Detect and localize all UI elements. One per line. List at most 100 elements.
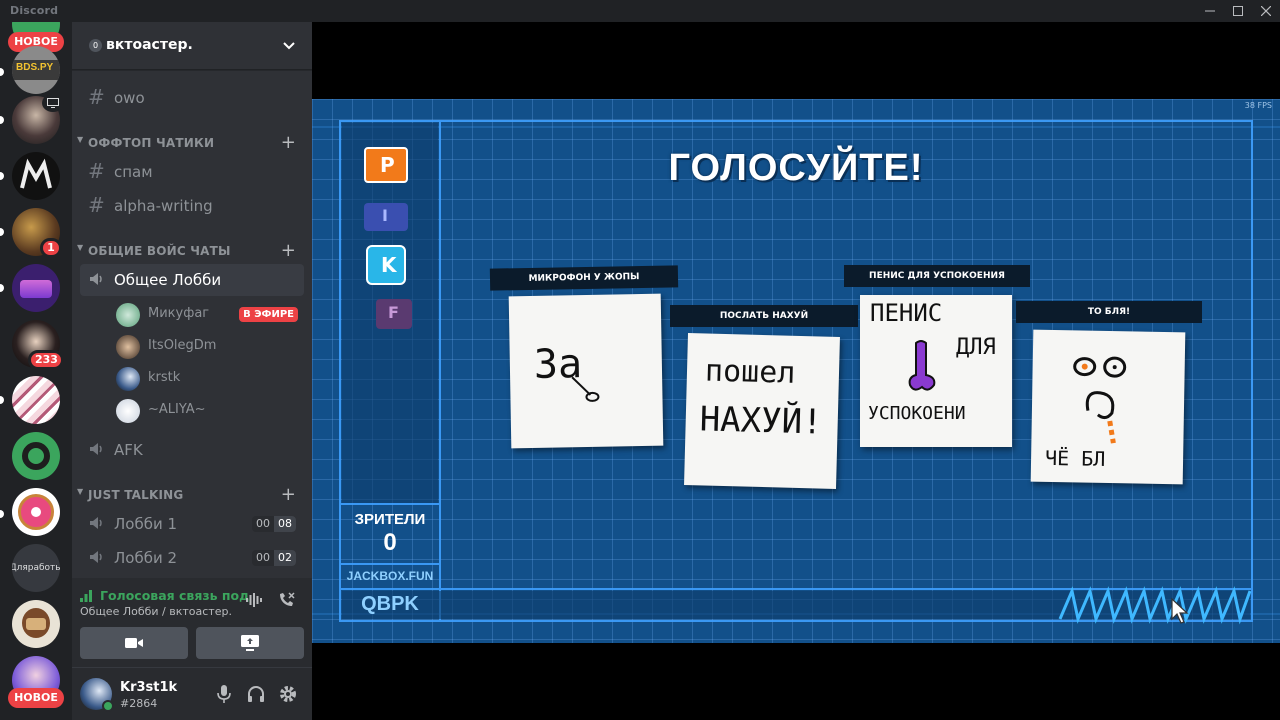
- doodle-face-icon: [1073, 356, 1127, 444]
- server-icon-text[interactable]: Дляработы: [12, 544, 60, 592]
- avatar: [116, 303, 140, 327]
- voice-status[interactable]: Голосовая связь подключена: [100, 588, 250, 603]
- close-button[interactable]: [1252, 0, 1280, 22]
- answer-card[interactable]: За: [508, 293, 664, 449]
- voice-user-name: krstk: [148, 370, 181, 385]
- chevron-down-icon: ▼: [77, 135, 84, 144]
- chevron-down-icon: ▼: [77, 243, 84, 252]
- prompt-tag: ПЕНИС ДЛЯ УСПОКОЕНИЯ: [844, 265, 1030, 287]
- live-badge: В ЭФИРЕ: [239, 307, 298, 322]
- channel-owo[interactable]: # owo: [80, 82, 304, 114]
- answer-text: ЧЁ БЛ: [1044, 445, 1106, 471]
- server-icon-donut[interactable]: [12, 488, 60, 536]
- unread-pill: [0, 68, 4, 76]
- mention-badge: 233: [28, 350, 64, 370]
- boost-level-icon: 0: [89, 39, 102, 52]
- answer-text-line3: УСПОКОЕНИ: [868, 403, 966, 424]
- category-just-talking[interactable]: ▼ JUST TALKING +: [72, 484, 312, 506]
- discriminator: #2864: [120, 697, 158, 710]
- doodle-icon: [908, 340, 936, 391]
- answer-text-line1: пошел: [704, 353, 796, 391]
- server-icon-m[interactable]: [12, 152, 60, 200]
- voice-connection-panel: Голосовая связь подключена Общее Лобби /…: [72, 578, 312, 668]
- channel-label: Лобби 2: [114, 549, 178, 567]
- avatar: [116, 399, 140, 423]
- cursor-icon: [1171, 597, 1189, 624]
- add-channel-icon[interactable]: +: [281, 132, 296, 153]
- answer-text-line1: ПЕНИС: [870, 299, 943, 327]
- voice-location[interactable]: Общее Лобби / вктоастер.: [80, 605, 232, 618]
- username[interactable]: Kr3st1k: [120, 680, 177, 695]
- unread-pill: [0, 116, 4, 124]
- guild-header[interactable]: 0 вктоастер.: [72, 22, 312, 70]
- discord-window: Discord НОВОЕ BDS.PY 1 233 Дляработы НОВ…: [0, 0, 1280, 720]
- voice-channel-general-lobby[interactable]: Общее Лобби: [80, 264, 304, 296]
- chevron-down-icon: ▼: [77, 487, 84, 496]
- channel-label: Общее Лобби: [114, 271, 222, 289]
- server-icon-bds[interactable]: BDS.PY: [12, 46, 60, 94]
- camera-icon: [125, 638, 143, 648]
- server-icon-stripes[interactable]: [12, 376, 60, 424]
- app-brand: Discord: [10, 4, 59, 17]
- voice-channel-lobby-1[interactable]: Лобби 1 00 08: [80, 508, 304, 540]
- category-label: ОБЩИЕ ВОЙС ЧАТЫ: [88, 244, 231, 258]
- guild-name: вктоастер.: [106, 37, 193, 53]
- game-stream-frame[interactable]: 38 FPS P I K F ГОЛОСУЙТЕ! МИКРОФОН У ЖОП…: [312, 99, 1280, 643]
- voice-user[interactable]: Микуфаг В ЭФИРЕ: [108, 300, 298, 328]
- maximize-button[interactable]: [1224, 0, 1252, 22]
- unread-pill: [0, 510, 4, 518]
- answer-card[interactable]: ПЕНИС ДЛЯ УСПОКОЕНИ: [860, 295, 1012, 447]
- vote-title: ГОЛОСУЙТЕ!: [668, 147, 924, 189]
- channel-label: Лобби 1: [114, 515, 178, 533]
- signal-icon: [80, 590, 92, 602]
- server-label: BDS.PY: [16, 62, 54, 73]
- minimize-button[interactable]: [1196, 0, 1224, 22]
- microphone-icon: [217, 685, 231, 703]
- settings-button[interactable]: [276, 682, 300, 706]
- video-button[interactable]: [80, 627, 188, 659]
- add-channel-icon[interactable]: +: [281, 484, 296, 505]
- voice-user[interactable]: ItsOlegDm: [108, 332, 298, 360]
- screen-share-button[interactable]: [196, 627, 304, 659]
- voice-channel-lobby-2[interactable]: Лобби 2 00 02: [80, 542, 304, 574]
- viewers-count: 0: [383, 529, 397, 556]
- voice-channel-afk[interactable]: AFK: [80, 434, 304, 466]
- speaker-icon: [88, 270, 106, 291]
- new-badge-bottom: НОВОЕ: [8, 688, 64, 708]
- waveform-icon: [246, 593, 262, 607]
- answer-card[interactable]: пошел НАХУЙ!: [684, 333, 840, 489]
- unread-pill: [0, 228, 4, 236]
- site-label: JACKBOX.FUN: [346, 569, 434, 583]
- player-cup-f: F: [376, 299, 412, 329]
- answer-text-line2: НАХУЙ!: [699, 399, 824, 443]
- room-code: QBPK: [361, 593, 419, 615]
- disconnect-button[interactable]: [276, 590, 300, 614]
- answer-text-line2: ДЛЯ: [956, 335, 996, 360]
- server-icon-purple[interactable]: [12, 264, 60, 312]
- category-voice[interactable]: ▼ ОБЩИЕ ВОЙС ЧАТЫ +: [72, 240, 312, 262]
- noise-suppression-button[interactable]: [244, 590, 268, 614]
- prompt-tag: ТО БЛЯ!: [1016, 301, 1202, 323]
- player-cup-k: K: [366, 245, 406, 285]
- server-icon-badge[interactable]: [12, 600, 60, 648]
- channel-alpha-writing[interactable]: # alpha-writing: [80, 190, 304, 222]
- mute-button[interactable]: [212, 682, 236, 706]
- voice-user[interactable]: ~ALIYA~: [108, 396, 298, 424]
- maximize-icon: [1233, 6, 1243, 16]
- viewers-label: ЗРИТЕЛИ: [354, 511, 426, 528]
- user-limit-counter: 00 02: [252, 550, 296, 566]
- server-rail: НОВОЕ BDS.PY 1 233 Дляработы НОВОЕ: [0, 22, 72, 720]
- avatar: [116, 335, 140, 359]
- server-icon-green[interactable]: [12, 432, 60, 480]
- hash-icon: #: [88, 159, 105, 183]
- channel-label: owo: [114, 89, 145, 107]
- stream-view[interactable]: 38 FPS P I K F ГОЛОСУЙТЕ! МИКРОФОН У ЖОП…: [312, 22, 1280, 720]
- voice-user[interactable]: krstk: [108, 364, 298, 392]
- deafen-button[interactable]: [244, 682, 268, 706]
- add-channel-icon[interactable]: +: [281, 240, 296, 261]
- answer-card[interactable]: ЧЁ БЛ: [1030, 329, 1186, 485]
- category-offtop[interactable]: ▼ ОФФТОП ЧАТИКИ +: [72, 132, 312, 154]
- avatar: [116, 367, 140, 391]
- channel-label: AFK: [114, 441, 143, 459]
- channel-spam[interactable]: # спам: [80, 156, 304, 188]
